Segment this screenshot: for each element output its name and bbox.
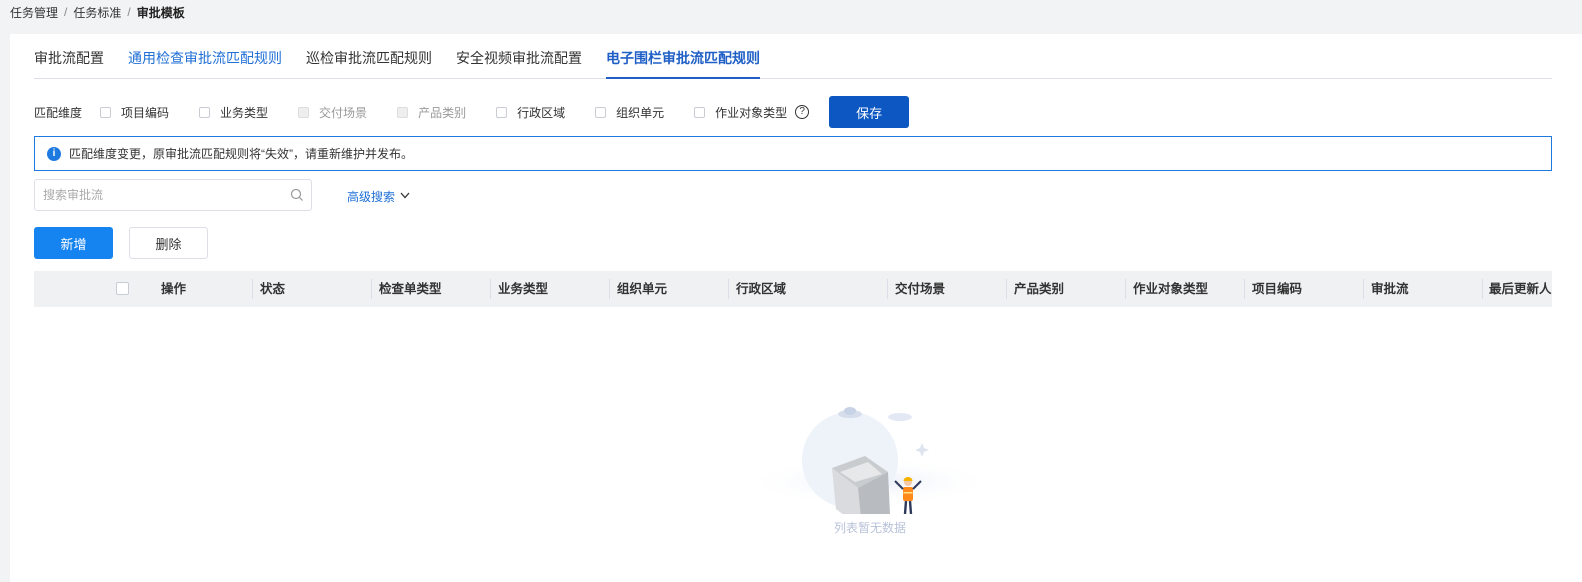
dimension-option-project-code[interactable]: 项目编码 — [100, 104, 169, 121]
column-header-delivery-scene: 交付场景 — [895, 282, 946, 296]
dimension-option-label: 业务类型 — [220, 105, 269, 120]
breadcrumb: 任务管理 / 任务标准 / 审批模板 — [10, 4, 185, 20]
dimension-option-label: 行政区域 — [517, 105, 566, 120]
column-header-admin-region: 行政区域 — [736, 282, 787, 296]
checkbox[interactable] — [595, 106, 607, 118]
dimension-option-business-type[interactable]: 业务类型 — [199, 104, 268, 121]
column-divider — [1006, 279, 1007, 299]
column-header-actions: 操作 — [161, 282, 187, 296]
checkbox[interactable] — [100, 106, 112, 118]
tab-approval-flow-config[interactable]: 审批流配置 — [34, 33, 104, 78]
column-header-status: 状态 — [260, 282, 286, 296]
column-divider — [371, 279, 372, 299]
match-dimension-label: 匹配维度 — [34, 105, 83, 120]
column-divider — [1244, 279, 1245, 299]
checkbox[interactable] — [199, 106, 211, 118]
dimension-option-product-category: 产品类别 — [397, 104, 466, 121]
column-divider — [887, 279, 888, 299]
column-header-approval-flow: 审批流 — [1371, 282, 1409, 296]
column-header-project-code: 项目编码 — [1252, 282, 1303, 296]
checkbox — [397, 106, 409, 118]
alert-text: 匹配维度变更，原审批流匹配规则将“失效”，请重新维护并发布。 — [69, 147, 413, 161]
empty-state-text: 列表暂无数据 — [833, 521, 906, 535]
tab-general-inspection-rules[interactable]: 通用检查审批流匹配规则 — [128, 33, 282, 78]
column-header-org-unit: 组织单元 — [617, 282, 668, 296]
checkbox[interactable] — [694, 106, 706, 118]
column-header-product-category: 产品类别 — [1014, 282, 1065, 296]
breadcrumb-item-current: 审批模板 — [136, 5, 185, 20]
match-dimension-row: 匹配维度 项目编码 业务类型 交付场景 产品类别 行政区域 组织单元 作业对象类… — [34, 96, 1134, 128]
dimension-option-label: 产品类别 — [418, 105, 467, 120]
column-divider — [1482, 279, 1483, 299]
column-divider — [1363, 279, 1364, 299]
column-header-work-object-type: 作业对象类型 — [1133, 282, 1209, 296]
empty-state: 列表暂无数据 — [745, 364, 1010, 544]
checkbox[interactable] — [496, 106, 508, 118]
dimension-option-label: 组织单元 — [616, 105, 665, 120]
column-divider — [252, 279, 253, 299]
search-input[interactable] — [35, 180, 283, 210]
breadcrumb-separator: / — [64, 5, 68, 19]
tab-geofence-rules[interactable]: 电子围栏审批流匹配规则 — [606, 33, 760, 79]
dimension-option-label: 作业对象类型 — [715, 105, 788, 120]
empty-state-illustration-icon — [745, 407, 995, 529]
column-header-last-updated-by: 最后更新人 — [1489, 282, 1552, 296]
dimension-option-admin-region[interactable]: 行政区域 — [496, 104, 565, 121]
column-divider — [490, 279, 491, 299]
save-button[interactable]: 保存 — [829, 96, 910, 128]
dimension-option-work-object-type[interactable]: 作业对象类型 — [694, 104, 787, 121]
delete-button[interactable]: 删除 — [129, 227, 208, 259]
add-button[interactable]: 新增 — [34, 227, 113, 259]
dimension-option-delivery-scene: 交付场景 — [298, 104, 367, 121]
column-divider — [1125, 279, 1126, 299]
advanced-search-label: 高级搜索 — [347, 190, 396, 204]
select-all-checkbox[interactable] — [116, 282, 129, 295]
dimension-option-label: 项目编码 — [121, 105, 170, 120]
tab-security-video-config[interactable]: 安全视频审批流配置 — [456, 33, 582, 78]
tab-patrol-rules[interactable]: 巡检审批流匹配规则 — [306, 33, 432, 78]
question-circle-icon[interactable]: ? — [795, 105, 810, 119]
breadcrumb-separator: / — [127, 5, 131, 19]
search-box — [34, 179, 312, 211]
info-alert: i 匹配维度变更，原审批流匹配规则将“失效”，请重新维护并发布。 — [34, 136, 1552, 171]
search-icon[interactable] — [283, 180, 311, 210]
table-header: 操作 状态 检查单类型 业务类型 组织单元 行政区域 交付场景 产品类别 作业对… — [34, 271, 1552, 307]
column-header-business-type: 业务类型 — [498, 282, 549, 296]
column-divider — [609, 279, 610, 299]
dimension-option-org-unit[interactable]: 组织单元 — [595, 104, 664, 121]
chevron-down-icon — [399, 189, 411, 204]
column-divider — [728, 279, 729, 299]
column-header-checklist-type: 检查单类型 — [379, 282, 442, 296]
info-icon: i — [47, 146, 61, 161]
dimension-option-label: 交付场景 — [319, 105, 368, 120]
tab-bar: 审批流配置 通用检查审批流匹配规则 巡检审批流匹配规则 安全视频审批流配置 电子… — [34, 34, 1552, 79]
breadcrumb-item-task-management[interactable]: 任务管理 — [10, 4, 58, 21]
checkbox — [298, 106, 310, 118]
breadcrumb-item-task-standard[interactable]: 任务标准 — [73, 4, 121, 21]
advanced-search-toggle[interactable]: 高级搜索 — [347, 188, 411, 205]
main-panel: 审批流配置 通用检查审批流匹配规则 巡检审批流匹配规则 安全视频审批流配置 电子… — [10, 34, 1582, 582]
